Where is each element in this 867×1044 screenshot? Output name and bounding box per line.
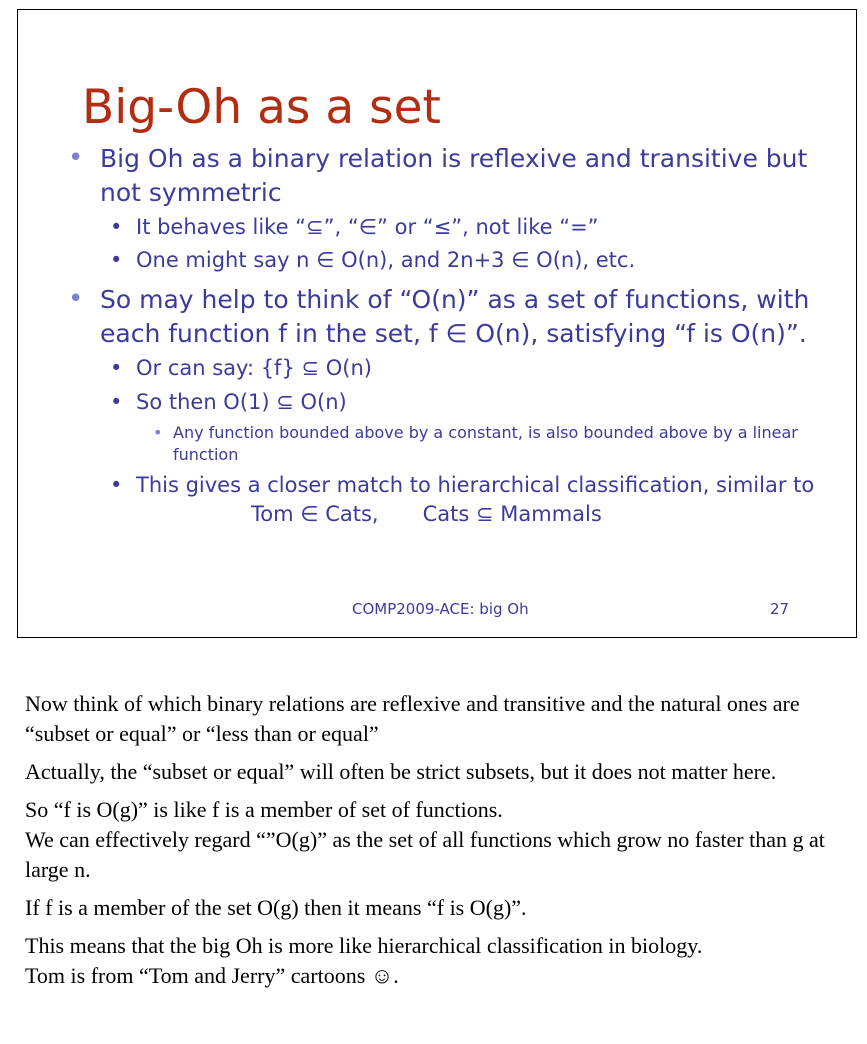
bullet-text: Any function bounded above by a constant… — [173, 423, 798, 464]
notes: Now think of which binary relations are … — [25, 689, 855, 999]
note-paragraph: Actually, the “subset or equal” will oft… — [25, 759, 777, 784]
bullet-level2: • It behaves like “⊆”, “∈” or “≤”, not l… — [110, 213, 826, 242]
classification-example: Tom ∈ Cats, Cats ⊆ Mammals — [251, 500, 867, 529]
slide-title: Big-Oh as a set — [82, 80, 441, 135]
bullet-level2: • Or can say: {f} ⊆ O(n) — [110, 354, 826, 383]
bullet-text: One might say n ∈ O(n), and 2n+3 ∈ O(n),… — [136, 248, 636, 272]
note-line: We can effectively regard “”O(g)” as the… — [25, 827, 825, 882]
bullet-dot-icon: • — [110, 473, 123, 497]
bullet-dot-icon: • — [68, 143, 84, 173]
bullet-level1: • So may help to think of “O(n)” as a se… — [68, 283, 830, 351]
note-paragraph: If f is a member of the set O(g) then it… — [25, 895, 527, 920]
bullet-level2: • One might say n ∈ O(n), and 2n+3 ∈ O(n… — [110, 246, 826, 275]
bullet-level1: • Big Oh as a binary relation is reflexi… — [68, 142, 830, 210]
bullet-text: Big Oh as a binary relation is reflexive… — [100, 144, 808, 207]
bullet-text: So then O(1) ⊆ O(n) — [136, 390, 347, 414]
page-number: 27 — [770, 600, 790, 618]
note-paragraph: Now think of which binary relations are … — [25, 691, 800, 746]
note-line: So “f is O(g)” is like f is a member of … — [25, 797, 503, 822]
bullet-level3: • Any function bounded above by a consta… — [153, 422, 823, 466]
bullet-text: It behaves like “⊆”, “∈” or “≤”, not lik… — [136, 215, 599, 239]
slide: Big-Oh as a set • Big Oh as a binary rel… — [17, 9, 857, 638]
bullet-level2: • So then O(1) ⊆ O(n) — [110, 388, 826, 417]
bullet-dot-icon: • — [110, 215, 123, 239]
bullet-text: Or can say: {f} ⊆ O(n) — [136, 356, 372, 380]
example-right: Cats ⊆ Mammals — [422, 502, 602, 526]
bullet-dot-icon: • — [110, 356, 123, 380]
note-line: Tom is from “Tom and Jerry” cartoons ☺. — [25, 963, 399, 988]
bullet-level2: • This gives a closer match to hierarchi… — [110, 471, 826, 500]
note-paragraph: So “f is O(g)” is like f is a member of … — [25, 795, 855, 885]
bullet-dot-icon: • — [110, 390, 123, 414]
bullet-text: This gives a closer match to hierarchica… — [136, 473, 815, 497]
bullet-dot-icon: • — [68, 284, 84, 314]
note-paragraph: This means that the big Oh is more like … — [25, 931, 855, 991]
footer-course: COMP2009-ACE: big Oh — [352, 600, 529, 618]
note-line: This means that the big Oh is more like … — [25, 933, 703, 958]
bullet-dot-icon: • — [110, 248, 123, 272]
bullet-dot-icon: • — [153, 423, 163, 442]
bullet-text: So may help to think of “O(n)” as a set … — [100, 285, 810, 348]
example-left: Tom ∈ Cats, — [251, 502, 379, 526]
